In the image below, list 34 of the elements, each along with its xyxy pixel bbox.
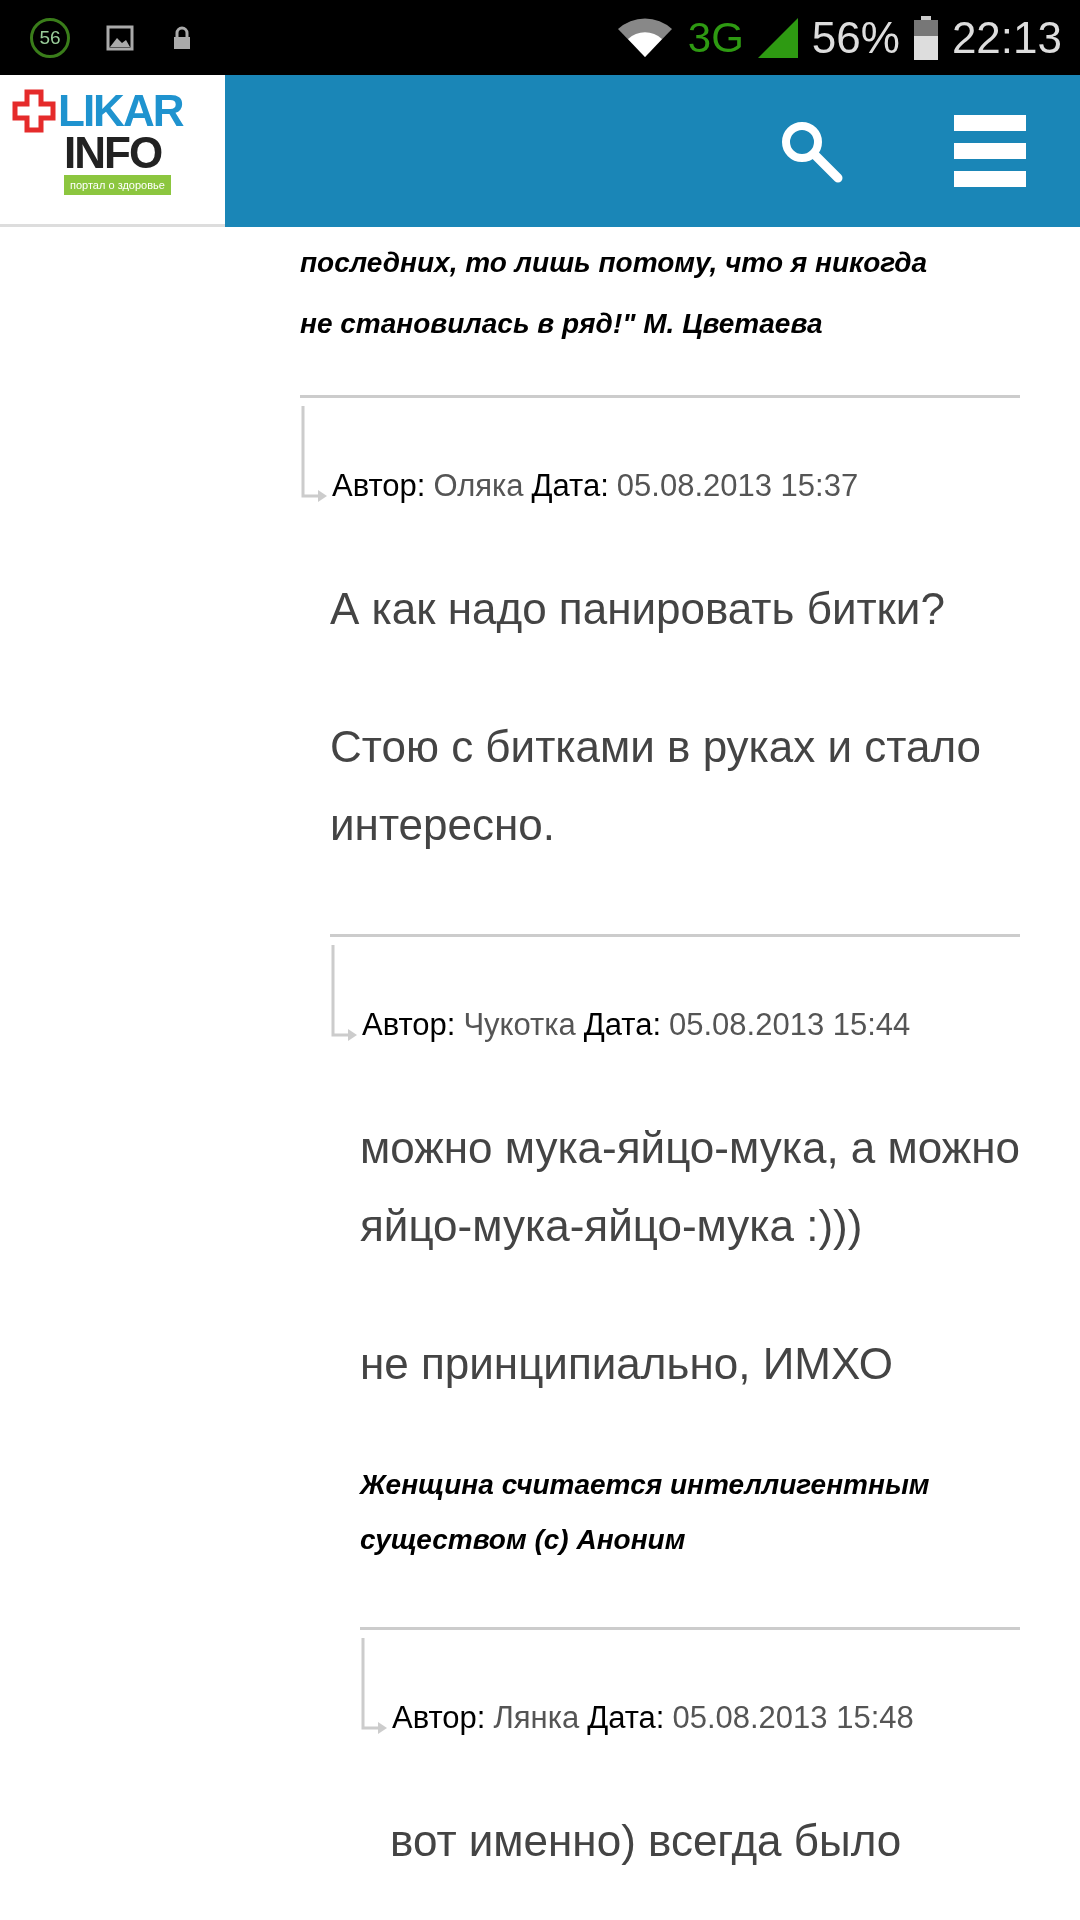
- lock-icon: [172, 25, 192, 50]
- battery-icon: [913, 15, 938, 60]
- post-text: не принципиально, ИМХО: [360, 1338, 895, 1390]
- post-text: Стою с битками в руках и стало интересно.: [330, 721, 983, 851]
- menu-icon[interactable]: [954, 115, 1026, 187]
- post-date: 05.08.2013 15:48: [672, 1699, 914, 1737]
- post-date: 05.08.2013 15:44: [669, 1006, 911, 1044]
- post-date: 05.08.2013 15:37: [616, 467, 859, 505]
- date-label: Дата:: [583, 1006, 661, 1044]
- network-type: 3G: [687, 13, 744, 62]
- author-label: Автор:: [332, 467, 426, 505]
- logo-title: LIKAR: [58, 89, 183, 133]
- author-name[interactable]: Оляка: [433, 466, 524, 506]
- post-text: вот именно) всегда было: [390, 1815, 903, 1867]
- logo-subtitle: INFO: [64, 133, 163, 173]
- author-label: Автор:: [362, 1006, 456, 1044]
- date-label: Дата:: [531, 467, 609, 505]
- date-label: Дата:: [587, 1699, 665, 1737]
- clock: 22:13: [951, 12, 1062, 63]
- author-label: Автор:: [392, 1699, 486, 1737]
- battery-percent: 56%: [811, 12, 900, 63]
- author-name[interactable]: Лянка: [493, 1698, 580, 1738]
- post-text: А как надо панировать битки?: [330, 583, 946, 635]
- notification-badge: 56: [30, 17, 70, 58]
- author-name[interactable]: Чукотка: [463, 1005, 576, 1045]
- signal-icon: [757, 17, 798, 58]
- signature-text: не становилась в ряд!" М. Цветаева: [300, 307, 824, 341]
- post-text: можно мука-яйцо-мука, а можно яйцо-мука-яйцо-мука :))): [360, 1122, 1020, 1252]
- cross-icon: [12, 89, 56, 133]
- image-icon: [106, 24, 134, 51]
- signature-text: последних, то лишь потому, что я никогда: [300, 246, 929, 280]
- signature-text: Женщина считается интеллигентным существом (с) Аноним: [360, 1468, 931, 1557]
- wifi-icon: [615, 16, 674, 59]
- logo-tagline: портал о здоровье: [64, 175, 171, 195]
